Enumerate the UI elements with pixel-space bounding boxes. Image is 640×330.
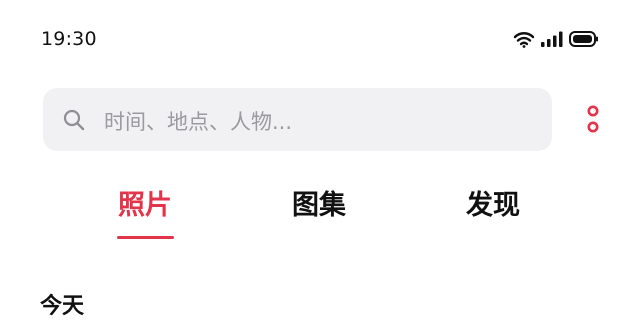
tab-photos[interactable]: 照片 bbox=[118, 183, 172, 222]
wifi-icon bbox=[513, 32, 535, 48]
tab-discover[interactable]: 发现 bbox=[466, 183, 520, 222]
tab-bar: 照片 图集 发现 bbox=[0, 183, 640, 243]
tab-albums[interactable]: 图集 bbox=[292, 183, 346, 222]
status-icons bbox=[513, 28, 599, 50]
active-tab-indicator bbox=[117, 236, 174, 239]
battery-icon bbox=[569, 31, 598, 47]
cellular-signal-icon bbox=[541, 31, 563, 47]
search-input[interactable]: 时间、地点、人物... bbox=[104, 106, 292, 136]
status-time: 19:30 bbox=[41, 28, 97, 50]
section-title-today: 今天 bbox=[40, 294, 85, 319]
more-options-icon[interactable] bbox=[582, 105, 604, 135]
search-bar[interactable]: 时间、地点、人物... bbox=[43, 88, 552, 151]
search-icon bbox=[63, 109, 85, 131]
